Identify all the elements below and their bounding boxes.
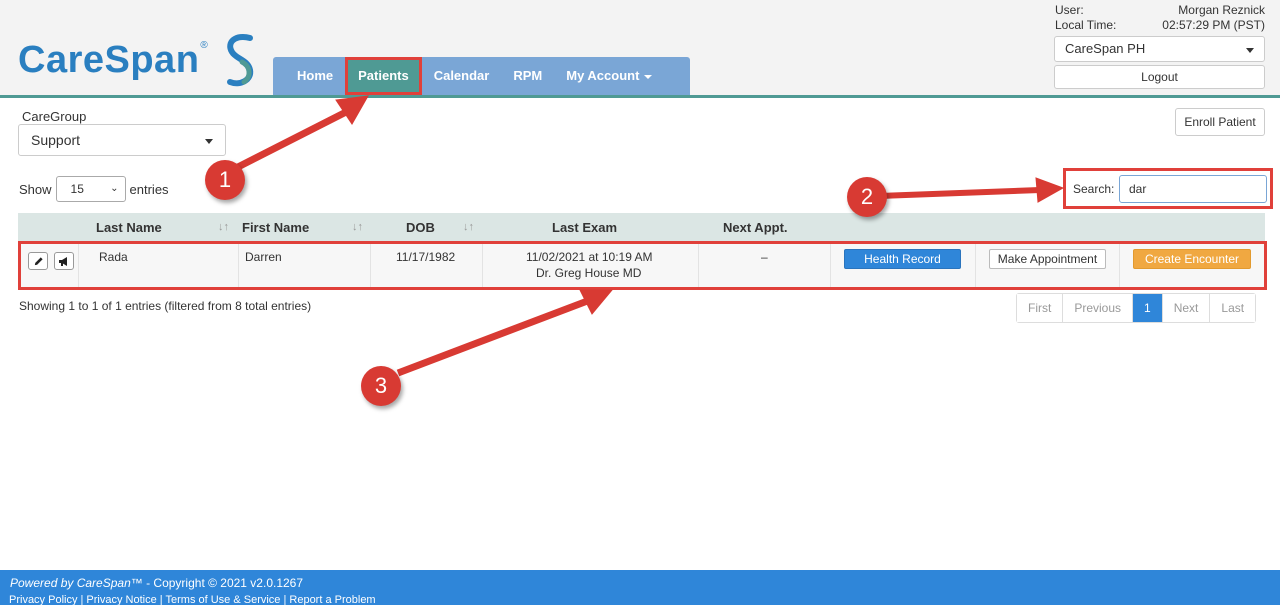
entries-label: entries <box>129 181 169 197</box>
cell-last-name: Rada <box>99 250 128 264</box>
main-nav: Home Patients Calendar RPM My Account <box>273 57 690 95</box>
logo-text: CareSpan <box>18 38 200 81</box>
search-label: Search: <box>1073 182 1115 196</box>
column-divider <box>482 244 483 287</box>
chevron-down-icon: ⌄ <box>110 183 119 194</box>
footer: Powered by CareSpan™ - Copyright © 2021 … <box>0 570 1280 605</box>
page-previous[interactable]: Previous <box>1063 294 1134 322</box>
sort-icon[interactable]: ↓↑ <box>218 221 229 233</box>
search-highlight: Search: dar <box>1063 168 1273 209</box>
nav-my-account-label: My Account <box>566 68 640 83</box>
entries-length-value: 15 <box>70 182 84 196</box>
sort-icon[interactable]: ↓↑ <box>352 221 363 233</box>
nav-rpm[interactable]: RPM <box>501 57 554 95</box>
search-input[interactable]: dar <box>1119 175 1267 203</box>
table-row: Rada Darren 11/17/1982 11/02/2021 at 10:… <box>18 241 1267 290</box>
megaphone-icon <box>59 256 67 266</box>
col-last-exam[interactable]: Last Exam <box>552 220 617 235</box>
logo-registered-mark: ® <box>200 40 208 51</box>
caregroup-select[interactable]: Support <box>18 124 226 156</box>
caret-down-icon <box>644 74 653 79</box>
col-last-name[interactable]: Last Name <box>96 220 162 235</box>
create-encounter-button[interactable]: Create Encounter <box>1133 249 1251 269</box>
user-label: User: <box>1055 3 1084 17</box>
annotation-arrow-2 <box>879 177 1065 203</box>
column-divider <box>698 244 699 287</box>
organization-value: CareSpan PH <box>1065 41 1146 56</box>
annotation-arrow-1 <box>234 95 369 172</box>
sort-icon[interactable]: ↓↑ <box>463 221 474 233</box>
user-name: Morgan Reznick <box>1178 3 1265 17</box>
col-first-name[interactable]: First Name <box>242 220 309 235</box>
cell-dob: 11/17/1982 <box>396 250 456 264</box>
page-1[interactable]: 1 <box>1133 294 1163 322</box>
caregroup-label: CareGroup <box>22 109 87 124</box>
powered-by: Powered by CareSpan™ <box>10 576 143 590</box>
edit-patient-button[interactable] <box>28 252 48 270</box>
megaphone-button[interactable] <box>54 252 74 270</box>
nav-patients[interactable]: Patients <box>345 57 422 95</box>
entries-length: Show 15 ⌄ entries <box>19 176 169 202</box>
carespan-logo[interactable]: CareSpan ® <box>18 32 258 88</box>
footer-powered: Powered by CareSpan™ - Copyright © 2021 … <box>10 576 303 590</box>
logout-button[interactable]: Logout <box>1054 65 1265 89</box>
nav-my-account[interactable]: My Account <box>554 57 664 95</box>
local-time-value: 02:57:29 PM (PST) <box>1162 18 1265 32</box>
page-last[interactable]: Last <box>1210 294 1256 322</box>
page-next[interactable]: Next <box>1162 294 1211 322</box>
enroll-patient-button[interactable]: Enroll Patient <box>1175 108 1265 136</box>
cell-first-name: Darren <box>245 250 282 264</box>
page-first[interactable]: First <box>1017 294 1064 322</box>
col-dob[interactable]: DOB <box>406 220 435 235</box>
col-next-appt[interactable]: Next Appt. <box>723 220 788 235</box>
organization-select[interactable]: CareSpan PH <box>1054 36 1265 62</box>
footer-links[interactable]: Privacy Policy | Privacy Notice | Terms … <box>9 594 376 605</box>
header: CareSpan ® Home Patients Calendar RPM My… <box>0 0 1280 98</box>
dropdown-arrow-icon <box>1246 48 1254 53</box>
column-divider <box>830 244 831 287</box>
pagination: First Previous 1 Next Last <box>1016 293 1257 323</box>
logo-s-icon <box>226 34 253 87</box>
cell-next-appt: – <box>761 250 768 264</box>
dropdown-arrow-icon <box>205 139 213 144</box>
copyright: - Copyright © 2021 v2.0.1267 <box>142 576 304 590</box>
annotation-arrow-3 <box>396 289 614 377</box>
column-divider <box>78 244 79 287</box>
caregroup-value: Support <box>31 132 81 148</box>
make-appointment-button[interactable]: Make Appointment <box>989 249 1106 269</box>
show-label: Show <box>19 181 52 197</box>
user-info: User: Morgan Reznick Local Time: 02:57:29 … <box>1055 3 1265 33</box>
entries-length-select[interactable]: 15 ⌄ <box>55 176 126 202</box>
table-header: Last Name ↓↑ First Name ↓↑ DOB ↓↑ Last E… <box>18 213 1265 241</box>
column-divider <box>370 244 371 287</box>
nav-home[interactable]: Home <box>273 57 345 95</box>
column-divider <box>238 244 239 287</box>
annotation-badge-1: 1 <box>205 160 245 200</box>
cell-last-exam-date: 11/02/2021 at 10:19 AM <box>526 250 653 264</box>
health-record-button[interactable]: Health Record <box>844 249 961 269</box>
annotation-badge-2: 2 <box>847 177 887 217</box>
cell-last-exam-doctor: Dr. Greg House MD <box>536 266 642 280</box>
column-divider <box>975 244 976 287</box>
annotation-badge-3: 3 <box>361 366 401 406</box>
nav-calendar[interactable]: Calendar <box>422 57 502 95</box>
local-time-label: Local Time: <box>1055 18 1117 32</box>
column-divider <box>1119 244 1120 287</box>
table-info: Showing 1 to 1 of 1 entries (filtered fr… <box>19 299 312 313</box>
pencil-icon <box>34 256 43 265</box>
